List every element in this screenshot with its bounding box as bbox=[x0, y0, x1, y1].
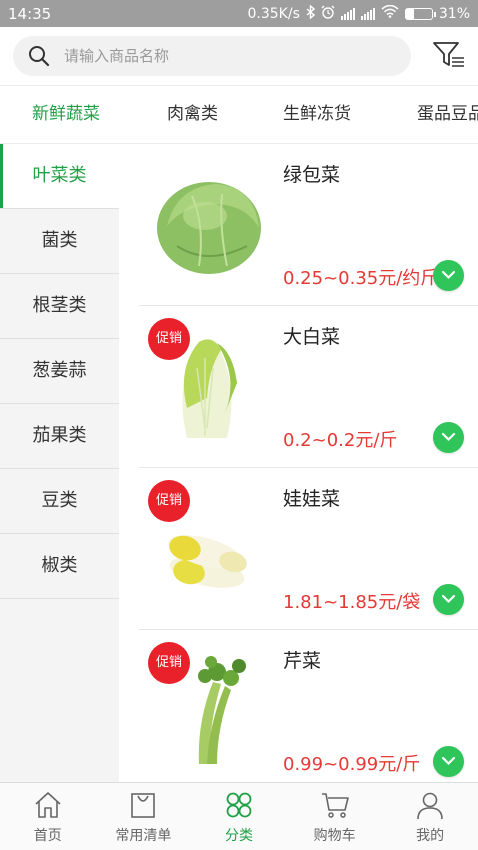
filter-icon bbox=[433, 42, 464, 67]
search-box[interactable] bbox=[13, 36, 411, 76]
chevron-down-icon bbox=[441, 756, 456, 766]
cart-icon bbox=[321, 793, 349, 818]
tab-cart-label: 购物车 bbox=[313, 828, 356, 844]
product-item[interactable]: 促销 娃娃菜 1.81~1.85元/袋 bbox=[139, 468, 478, 630]
tab-profile-label: 我的 bbox=[416, 828, 445, 844]
product-price: 0.99~0.99元/斤 bbox=[283, 754, 421, 775]
chevron-down-icon bbox=[441, 432, 456, 442]
list-bag-icon bbox=[131, 793, 156, 818]
tab-cart[interactable]: 购物车 bbox=[287, 783, 383, 850]
product-name: 芹菜 bbox=[283, 650, 322, 672]
promo-badge: 促销 bbox=[148, 318, 190, 360]
product-price: 0.2~0.2元/斤 bbox=[283, 430, 398, 451]
expand-button[interactable] bbox=[433, 260, 464, 291]
product-item[interactable]: 促销 芹菜 0.99~0.99元/斤 bbox=[139, 630, 478, 782]
product-name: 娃娃菜 bbox=[283, 488, 341, 510]
battery-percent: 31% bbox=[438, 5, 470, 22]
subcategory-mushroom[interactable]: 菌类 bbox=[0, 209, 119, 274]
status-icons: 0.35K/s 31% bbox=[247, 3, 470, 23]
promo-badge: 促销 bbox=[148, 480, 190, 522]
search-icon bbox=[29, 46, 50, 67]
category-tab-meat-poultry[interactable]: 肉禽类 bbox=[167, 86, 218, 143]
home-icon bbox=[35, 792, 61, 818]
status-time: 14:35 bbox=[8, 4, 52, 23]
category-tab-eggs-tofu[interactable]: 蛋品豆品 bbox=[417, 86, 478, 143]
tab-home-label: 首页 bbox=[33, 828, 62, 844]
subcategory-peppers[interactable]: 椒类 bbox=[0, 534, 119, 599]
cell-signal-icon bbox=[340, 7, 355, 20]
category-icon bbox=[226, 792, 252, 818]
product-item[interactable]: 促销 大白菜 0.2~0.2元/斤 bbox=[139, 306, 478, 468]
product-price: 1.81~1.85元/袋 bbox=[283, 592, 421, 613]
subcategory-solanaceous[interactable]: 茄果类 bbox=[0, 404, 119, 469]
tab-home[interactable]: 首页 bbox=[0, 783, 96, 850]
product-name: 绿包菜 bbox=[283, 164, 341, 186]
search-input[interactable] bbox=[64, 47, 364, 65]
profile-icon bbox=[417, 792, 443, 820]
product-item[interactable]: 绿包菜 0.25~0.35元/约斤 bbox=[139, 144, 478, 306]
subcategory-beans[interactable]: 豆类 bbox=[0, 469, 119, 534]
wifi-icon bbox=[381, 4, 399, 22]
expand-button[interactable] bbox=[433, 422, 464, 453]
subcategory-scallion-ginger-garlic[interactable]: 葱姜蒜 bbox=[0, 339, 119, 404]
category-tab-frozen-fresh[interactable]: 生鲜冻货 bbox=[283, 86, 351, 143]
tab-common-list-label: 常用清单 bbox=[115, 828, 172, 844]
battery-icon bbox=[404, 7, 436, 20]
product-price: 0.25~0.35元/约斤 bbox=[283, 268, 439, 289]
bottom-tab-bar: 首页 常用清单 分类 购物车 我的 bbox=[0, 782, 478, 850]
battery-fill bbox=[405, 8, 414, 19]
network-speed: 0.35K/s bbox=[247, 5, 300, 22]
subcategory-root[interactable]: 根茎类 bbox=[0, 274, 119, 339]
tab-category-label: 分类 bbox=[224, 828, 253, 844]
product-name: 大白菜 bbox=[283, 326, 341, 348]
subcategory-sidebar: 叶菜类 菌类 根茎类 葱姜蒜 茄果类 豆类 椒类 bbox=[0, 144, 119, 782]
expand-button[interactable] bbox=[433, 584, 464, 615]
product-list: 绿包菜 0.25~0.35元/约斤 促销 大白菜 0.2~0.2元/斤 促销 娃… bbox=[139, 144, 478, 782]
bluetooth-icon bbox=[306, 3, 315, 23]
tab-category[interactable]: 分类 bbox=[191, 783, 287, 850]
expand-button[interactable] bbox=[433, 746, 464, 777]
chevron-down-icon bbox=[441, 270, 456, 280]
chevron-down-icon bbox=[441, 594, 456, 604]
search-bar bbox=[0, 27, 478, 85]
tab-profile[interactable]: 我的 bbox=[382, 783, 478, 850]
category-tab-fresh-vegetables[interactable]: 新鲜蔬菜 bbox=[32, 86, 100, 143]
alarm-icon bbox=[321, 5, 335, 23]
filter-button[interactable] bbox=[432, 40, 466, 72]
cell-signal-2-icon bbox=[360, 7, 375, 20]
cabbage-image bbox=[157, 182, 261, 274]
promo-badge: 促销 bbox=[148, 642, 190, 684]
status-bar: 14:35 0.35K/s 31% bbox=[0, 0, 478, 27]
category-tabs: 新鲜蔬菜 肉禽类 生鲜冻货 蛋品豆品 bbox=[0, 85, 478, 144]
tab-common-list[interactable]: 常用清单 bbox=[96, 783, 192, 850]
subcategory-leafy[interactable]: 叶菜类 bbox=[0, 144, 119, 209]
